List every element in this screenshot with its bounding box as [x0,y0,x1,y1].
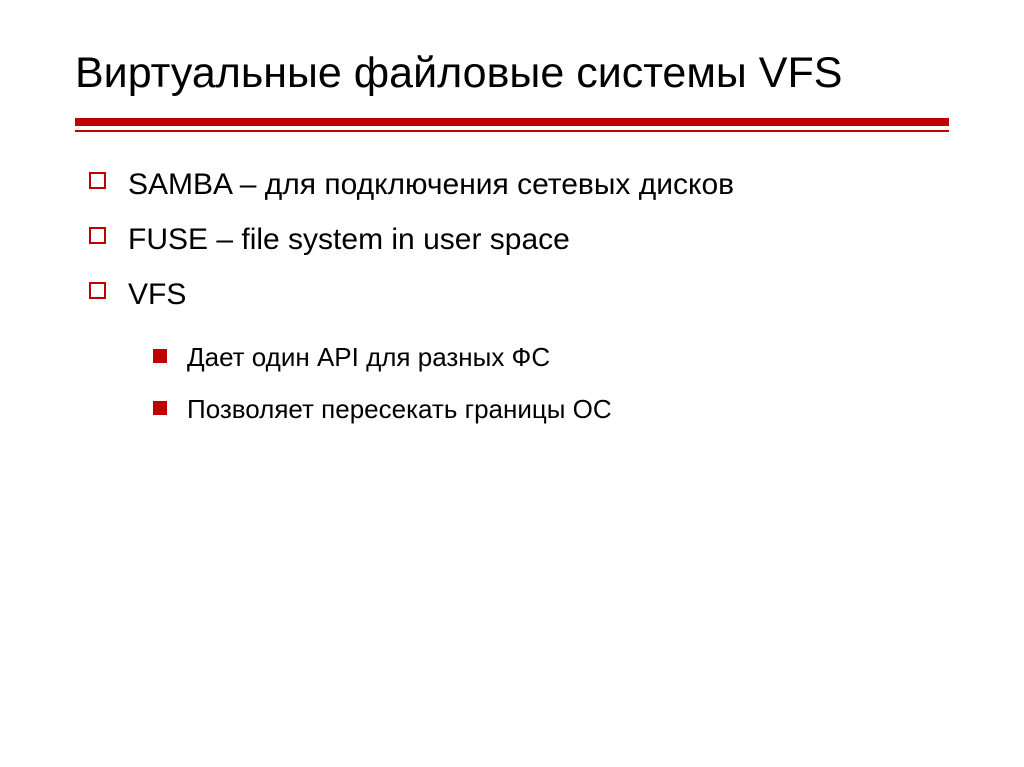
sub-list-item: Дает один API для разных ФС [75,339,949,375]
sub-list-item: Позволяет пересекать границы ОС [75,391,949,427]
square-outline-icon [89,227,106,244]
divider-thin [75,130,949,132]
list-item: VFS [75,272,949,317]
list-item: SAMBA – для подключения сетевых дисков [75,162,949,207]
square-outline-icon [89,172,106,189]
list-item-text: FUSE – file system in user space [128,217,570,262]
divider-thick [75,118,949,126]
list-item-text: SAMBA – для подключения сетевых дисков [128,162,734,207]
slide-title: Виртуальные файловые системы VFS [75,48,949,100]
sub-bullet-list: Дает один API для разных ФС Позволяет пе… [75,339,949,428]
sub-list-item-text: Дает один API для разных ФС [187,339,550,375]
list-item-text: VFS [128,272,186,317]
square-filled-icon [153,401,167,415]
bullet-list: SAMBA – для подключения сетевых дисков F… [75,162,949,317]
list-item: FUSE – file system in user space [75,217,949,262]
square-filled-icon [153,349,167,363]
square-outline-icon [89,282,106,299]
sub-list-item-text: Позволяет пересекать границы ОС [187,391,612,427]
title-divider [75,118,949,134]
